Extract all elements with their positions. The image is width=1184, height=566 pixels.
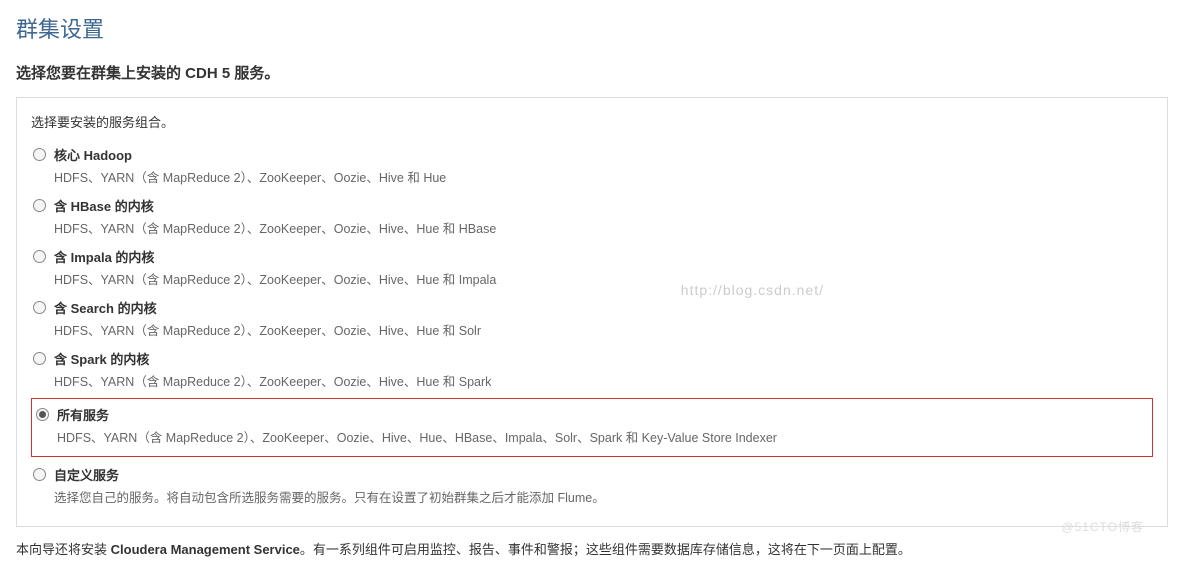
- footer-suffix: 。有一系列组件可启用监控、报告、事件和警报；这些组件需要数据库存储信息，这将在下…: [300, 542, 911, 557]
- footer-note: 本向导还将安装 Cloudera Management Service。有一系列…: [0, 527, 1184, 566]
- option-desc: HDFS、YARN（含 MapReduce 2）、ZooKeeper、Oozie…: [54, 167, 1151, 186]
- option-title: 所有服务: [57, 405, 1148, 424]
- radio-with-search[interactable]: [33, 301, 46, 314]
- option-title: 含 Search 的内核: [54, 298, 1151, 317]
- option-title: 自定义服务: [54, 465, 1151, 484]
- radio-with-impala[interactable]: [33, 250, 46, 263]
- service-panel: 选择要安装的服务组合。 核心 Hadoop HDFS、YARN（含 MapRed…: [16, 97, 1168, 527]
- option-title: 含 Spark 的内核: [54, 349, 1151, 368]
- option-desc: HDFS、YARN（含 MapReduce 2）、ZooKeeper、Oozie…: [57, 427, 1148, 446]
- option-with-spark[interactable]: 含 Spark 的内核 HDFS、YARN（含 MapReduce 2）、Zoo…: [31, 345, 1153, 396]
- option-desc: HDFS、YARN（含 MapReduce 2）、ZooKeeper、Oozie…: [54, 320, 1151, 339]
- option-custom[interactable]: 自定义服务 选择您自己的服务。将自动包含所选服务需要的服务。只有在设置了初始群集…: [31, 461, 1153, 512]
- radio-all-services[interactable]: [36, 408, 49, 421]
- option-title: 含 Impala 的内核: [54, 247, 1151, 266]
- option-desc: 选择您自己的服务。将自动包含所选服务需要的服务。只有在设置了初始群集之后才能添加…: [54, 487, 1151, 506]
- option-core-hadoop[interactable]: 核心 Hadoop HDFS、YARN（含 MapReduce 2）、ZooKe…: [31, 141, 1153, 192]
- page-title: 群集设置: [0, 0, 1184, 54]
- option-desc: HDFS、YARN（含 MapReduce 2）、ZooKeeper、Oozie…: [54, 269, 1151, 288]
- option-desc: HDFS、YARN（含 MapReduce 2）、ZooKeeper、Oozie…: [54, 218, 1151, 237]
- radio-core-hadoop[interactable]: [33, 148, 46, 161]
- footer-bold: Cloudera Management Service: [111, 542, 300, 557]
- radio-custom[interactable]: [33, 468, 46, 481]
- option-group: 核心 Hadoop HDFS、YARN（含 MapReduce 2）、ZooKe…: [31, 141, 1153, 512]
- panel-intro: 选择要安装的服务组合。: [31, 112, 1153, 131]
- option-title: 含 HBase 的内核: [54, 196, 1151, 215]
- option-with-impala[interactable]: 含 Impala 的内核 HDFS、YARN（含 MapReduce 2）、Zo…: [31, 243, 1153, 294]
- option-all-services[interactable]: 所有服务 HDFS、YARN（含 MapReduce 2）、ZooKeeper、…: [31, 398, 1153, 457]
- radio-with-hbase[interactable]: [33, 199, 46, 212]
- subtitle: 选择您要在群集上安装的 CDH 5 服务。: [0, 54, 1184, 97]
- subtitle-bold: CDH 5: [185, 65, 230, 82]
- radio-with-spark[interactable]: [33, 352, 46, 365]
- option-with-search[interactable]: 含 Search 的内核 HDFS、YARN（含 MapReduce 2）、Zo…: [31, 294, 1153, 345]
- footer-prefix: 本向导还将安装: [16, 542, 111, 557]
- subtitle-prefix: 选择您要在群集上安装的: [16, 65, 185, 82]
- option-title: 核心 Hadoop: [54, 145, 1151, 164]
- option-desc: HDFS、YARN（含 MapReduce 2）、ZooKeeper、Oozie…: [54, 371, 1151, 390]
- subtitle-suffix: 服务。: [230, 65, 279, 82]
- option-with-hbase[interactable]: 含 HBase 的内核 HDFS、YARN（含 MapReduce 2）、Zoo…: [31, 192, 1153, 243]
